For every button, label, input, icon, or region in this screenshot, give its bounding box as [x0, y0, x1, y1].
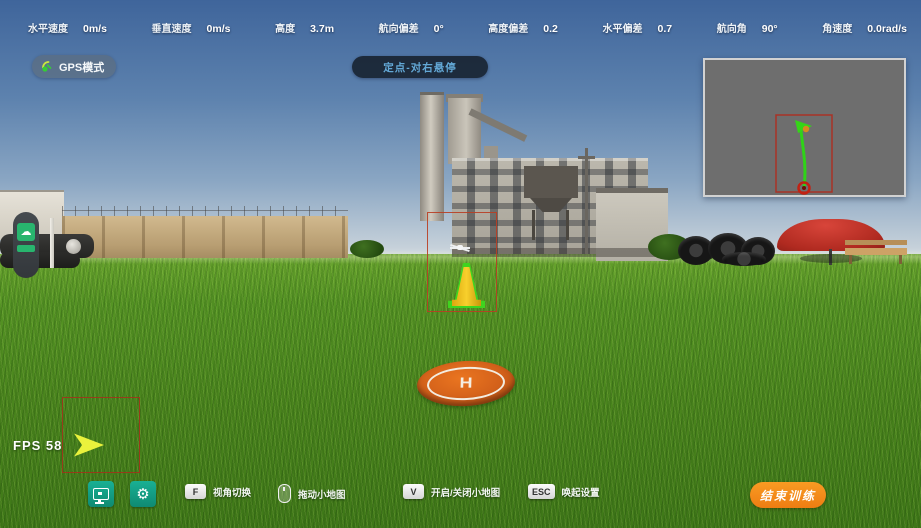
telemetry-label: 垂直速度	[152, 20, 192, 35]
telemetry-item: 航向角 90°	[717, 20, 778, 35]
hotkey-label: 拖动小地图	[298, 487, 346, 501]
hotkey-drag-minimap: 拖动小地图	[278, 484, 346, 503]
factory-chimney	[420, 92, 444, 221]
hotkey-view-switch: F 视角切换	[185, 484, 251, 499]
hopper-bin	[524, 166, 578, 198]
perimeter-wall	[62, 216, 348, 258]
telemetry-item: 水平偏差 0.7	[603, 20, 673, 35]
telemetry-value: 0.0rad/s	[867, 23, 907, 35]
drone	[450, 243, 470, 252]
telemetry-label: 水平偏差	[603, 20, 643, 35]
telemetry-value: 0m/s	[207, 23, 231, 35]
weather-sign-label-bar	[17, 245, 35, 252]
white-pole	[50, 218, 54, 268]
telemetry-value: 0.7	[658, 23, 673, 35]
task-label: 定点-对右悬停	[383, 60, 457, 75]
bench-leg	[899, 255, 902, 264]
mouse-icon	[278, 484, 291, 503]
telemetry-label: 高度	[275, 20, 295, 35]
bench	[845, 248, 907, 255]
bench-leg	[849, 255, 852, 264]
telemetry-value: 0.2	[543, 23, 558, 35]
telemetry-label: 航向偏差	[379, 20, 419, 35]
minimap-drone-dot	[803, 126, 809, 132]
telemetry-label: 高度偏差	[488, 20, 528, 35]
cloud-icon: ☁	[17, 223, 35, 241]
drone-body	[457, 245, 463, 250]
f-keycap: F	[185, 484, 206, 499]
display-settings-button[interactable]	[88, 481, 114, 507]
v-keycap: V	[403, 484, 424, 499]
task-pill: 定点-对右悬停	[352, 56, 488, 78]
telemetry-label: 角速度	[822, 20, 852, 35]
settings-button[interactable]: ⚙	[130, 481, 156, 507]
simulator-viewport: ☁ H 水平速度 0m/s 垂直速度 0m/s 高度 3.7m 航向偏差 0°	[0, 0, 921, 528]
telemetry-label: 航向角	[717, 20, 747, 35]
telemetry-value: 0m/s	[83, 23, 107, 35]
telemetry-value: 3.7m	[310, 23, 334, 35]
telemetry-item: 航向偏差 0°	[379, 20, 444, 35]
hotkey-label: 开启/关闭小地图	[431, 485, 500, 499]
hotkey-toggle-minimap: V 开启/关闭小地图	[403, 484, 500, 499]
telemetry-item: 高度偏差 0.2	[488, 20, 558, 35]
hotkey-settings: ESC 唤起设置	[528, 484, 600, 499]
umbrella-shadow	[800, 254, 862, 263]
power-pole	[585, 148, 588, 254]
arrow-target-box	[62, 397, 140, 473]
fps-counter: FPS 58	[13, 438, 62, 453]
monitor-icon	[93, 488, 109, 500]
telemetry-item: 水平速度 0m/s	[28, 20, 107, 35]
telemetry-label: 水平速度	[28, 20, 68, 35]
tank-end-cap	[66, 239, 81, 254]
esc-keycap: ESC	[528, 484, 555, 499]
bush	[350, 240, 384, 258]
hopper-leg	[532, 210, 535, 240]
telemetry-bar: 水平速度 0m/s 垂直速度 0m/s 高度 3.7m 航向偏差 0° 高度偏差…	[28, 20, 907, 35]
telemetry-value: 90°	[762, 23, 778, 35]
minimap[interactable]	[703, 58, 906, 197]
minimap-overlay	[705, 60, 904, 195]
gear-icon: ⚙	[136, 485, 149, 503]
helipad-letter: H	[417, 374, 515, 392]
tire	[722, 252, 766, 266]
power-pole-crossarm	[578, 156, 595, 159]
minimap-home-dot	[802, 186, 806, 190]
end-training-button[interactable]: 结束训练	[750, 482, 826, 508]
gps-mode-label: GPS模式	[59, 59, 104, 75]
telemetry-item: 垂直速度 0m/s	[152, 20, 231, 35]
hotkey-label: 视角切换	[213, 485, 251, 499]
telemetry-value: 0°	[434, 23, 444, 35]
elevator-tower	[448, 98, 481, 164]
hotkey-label: 唤起设置	[562, 485, 600, 499]
minimap-path	[801, 130, 805, 188]
gps-mode-badge: GPS模式	[32, 55, 116, 78]
telemetry-item: 高度 3.7m	[275, 20, 334, 35]
hopper-leg	[566, 210, 569, 240]
satellite-icon	[40, 60, 53, 73]
telemetry-item: 角速度 0.0rad/s	[822, 20, 907, 35]
bench	[845, 240, 907, 245]
pipe-tanks	[0, 252, 80, 268]
minimap-drone-arrow	[795, 120, 812, 133]
